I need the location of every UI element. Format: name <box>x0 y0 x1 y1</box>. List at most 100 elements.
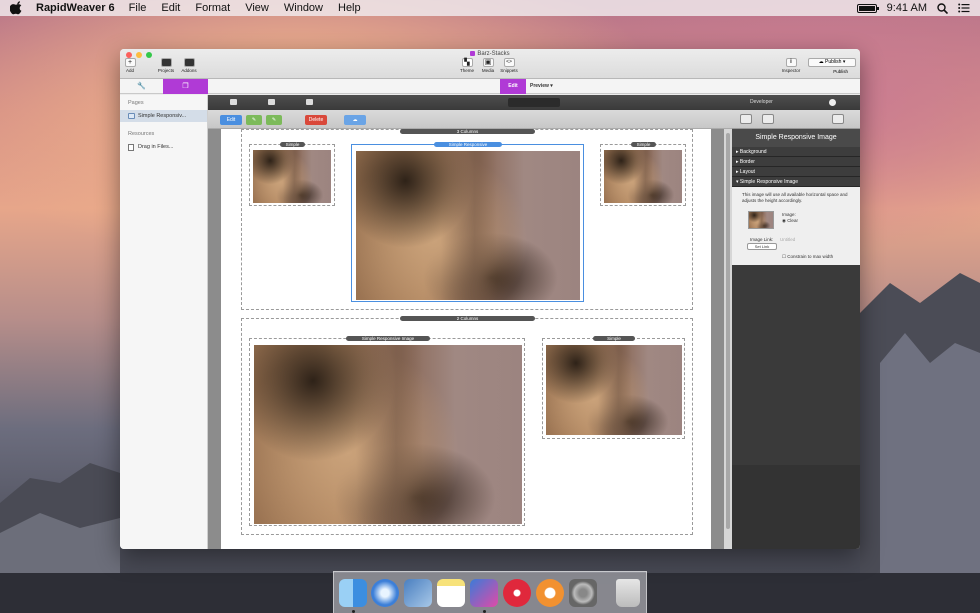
menu-file[interactable]: File <box>129 2 147 14</box>
addons-button[interactable]: Addons <box>178 58 200 73</box>
developer-label: Developer <box>750 99 773 105</box>
two-columns-stack[interactable]: 2 Columns Simple Responsive Image Simple <box>241 316 693 535</box>
itunes-icon[interactable] <box>503 579 531 607</box>
pages-heading: Pages <box>128 100 144 106</box>
set-link-button[interactable]: Set Link <box>747 243 777 250</box>
snippets-icon: <> <box>503 58 515 67</box>
ibooks-icon[interactable] <box>536 579 564 607</box>
sidebar-resource-label: Drag in Files... <box>138 144 174 150</box>
notes-icon[interactable] <box>437 579 465 607</box>
image-link-label: Image Link: <box>750 237 774 242</box>
trash-icon[interactable] <box>616 579 640 607</box>
edit-mode-tab[interactable]: Edit <box>500 79 526 94</box>
three-columns-stack[interactable]: 3 Columns Simple Simple Responsive Simpl… <box>241 129 693 310</box>
lion-image[interactable] <box>356 151 580 300</box>
safari-icon[interactable] <box>371 579 399 607</box>
addons-icon <box>183 58 195 67</box>
lion-image[interactable] <box>546 345 682 435</box>
spotlight-search-icon[interactable] <box>937 2 948 14</box>
projects-button[interactable]: Projects <box>155 58 177 73</box>
sidebar-page-item[interactable]: Simple Responsiv... <box>120 110 207 122</box>
info-icon[interactable] <box>829 99 836 106</box>
stacks-library-icon[interactable] <box>230 99 237 105</box>
lock-icon[interactable] <box>762 114 774 124</box>
simple-image-stack[interactable]: Simple <box>542 336 685 439</box>
app-window: Barz-Stacks + Add Projects Addons ▚ Theme … <box>120 49 860 549</box>
clock[interactable]: 9:41 AM <box>887 2 927 14</box>
move-button[interactable]: ✎ <box>266 115 282 125</box>
simple-image-stack[interactable]: Simple <box>600 142 686 206</box>
lion-image[interactable] <box>254 345 522 524</box>
window-title: Barz-Stacks <box>120 51 860 57</box>
add-button[interactable]: + Add <box>120 58 141 73</box>
pages-icon: ❐ <box>182 83 189 90</box>
menu-edit[interactable]: Edit <box>161 2 180 14</box>
simple-responsive-stack[interactable]: Simple Responsive <box>351 142 584 302</box>
simple-responsive-image-stack[interactable]: Simple Responsive Image <box>249 336 525 526</box>
section-simple-responsive-image[interactable]: ▾ Simple Responsive Image <box>732 177 860 187</box>
media-icon: ▣ <box>482 58 494 67</box>
stacks-top-bar <box>208 95 732 110</box>
description-text: This image will use all available horizo… <box>742 192 848 203</box>
stack-label-2-columns: 2 Columns <box>400 316 535 321</box>
clear-option[interactable]: ◉ Clear <box>782 218 798 224</box>
inspector-toolbar <box>732 110 860 129</box>
menu-help[interactable]: Help <box>338 2 361 14</box>
stacks-edit-button[interactable]: Edit <box>220 115 242 125</box>
dock <box>333 571 647 613</box>
sidebar-page-label: Simple Responsiv... <box>138 113 187 119</box>
lion-image[interactable] <box>253 150 331 203</box>
canvas-scrollbar-thumb[interactable] <box>726 133 730 529</box>
preview-mode-tab[interactable]: Preview ▾ <box>530 79 553 94</box>
cloud-stack-button[interactable]: ☁ <box>344 115 366 125</box>
sidebar-resource-item[interactable]: Drag in Files... <box>120 141 207 153</box>
section-background[interactable]: ▸ Background <box>732 147 860 157</box>
image-well[interactable] <box>748 211 774 229</box>
chevron-down-icon: ▾ <box>550 83 553 89</box>
device-width-selector[interactable] <box>508 98 560 107</box>
notification-center-icon[interactable] <box>958 3 970 13</box>
cloud-icon: ☁ <box>818 59 824 65</box>
snippets-button[interactable]: <> Snippets <box>498 58 520 73</box>
delete-button[interactable]: Delete <box>305 115 327 125</box>
inspector-title: Simple Responsive Image <box>732 129 860 147</box>
theme-icon: ▚ <box>461 58 473 67</box>
simple-image-stack[interactable]: Simple <box>249 142 335 206</box>
pages-tab[interactable]: ❐ <box>163 79 208 94</box>
inspector-header: Developer <box>732 95 860 110</box>
apple-menu-icon[interactable] <box>10 1 24 15</box>
system-preferences-icon[interactable] <box>569 579 597 607</box>
menu-view[interactable]: View <box>245 2 269 14</box>
sidebar: Pages Simple Responsiv... Resources Drag… <box>120 95 208 549</box>
section-border[interactable]: ▸ Border <box>732 157 860 167</box>
menu-format[interactable]: Format <box>195 2 230 14</box>
lion-image[interactable] <box>604 150 682 203</box>
inspector-button[interactable]: i Inspector <box>780 58 802 73</box>
tools-tab[interactable]: 🔧 <box>120 79 163 94</box>
duplicate-button[interactable]: ✎ <box>246 115 262 125</box>
wrench-icon: 🔧 <box>137 83 146 90</box>
mode-bar: 🔧 ❐ Edit Preview ▾ <box>120 79 860 94</box>
file-icon <box>128 143 134 151</box>
menu-window[interactable]: Window <box>284 2 323 14</box>
publish-button[interactable]: ☁ Publish ▾ <box>808 58 856 67</box>
constrain-checkbox[interactable]: ☐ Constrain to max width <box>782 254 833 260</box>
mail-icon[interactable] <box>404 579 432 607</box>
stack-label-simple-responsive-image: Simple Responsive Image <box>346 336 430 341</box>
finder-icon[interactable] <box>339 579 367 607</box>
rapidweaver-icon[interactable] <box>470 579 498 607</box>
stacks-toolbar: Edit ✎ ✎ Delete ☁ <box>208 110 732 129</box>
app-menu[interactable]: RapidWeaver 6 <box>36 2 115 14</box>
media-button[interactable]: ▣ Media <box>477 58 499 73</box>
export-icon[interactable] <box>832 114 844 124</box>
theme-button[interactable]: ▚ Theme <box>456 58 478 73</box>
image-label: Image: <box>782 212 796 217</box>
stacks-columns-icon[interactable] <box>268 99 275 105</box>
page-content: 3 Columns Simple Simple Responsive Simpl… <box>221 129 711 549</box>
plus-icon: + <box>124 58 136 67</box>
section-layout[interactable]: ▸ Layout <box>732 167 860 177</box>
eye-icon[interactable] <box>740 114 752 124</box>
stack-label-3-columns: 3 Columns <box>400 129 535 134</box>
stacks-image-icon[interactable] <box>306 99 313 105</box>
battery-icon[interactable] <box>856 3 879 13</box>
